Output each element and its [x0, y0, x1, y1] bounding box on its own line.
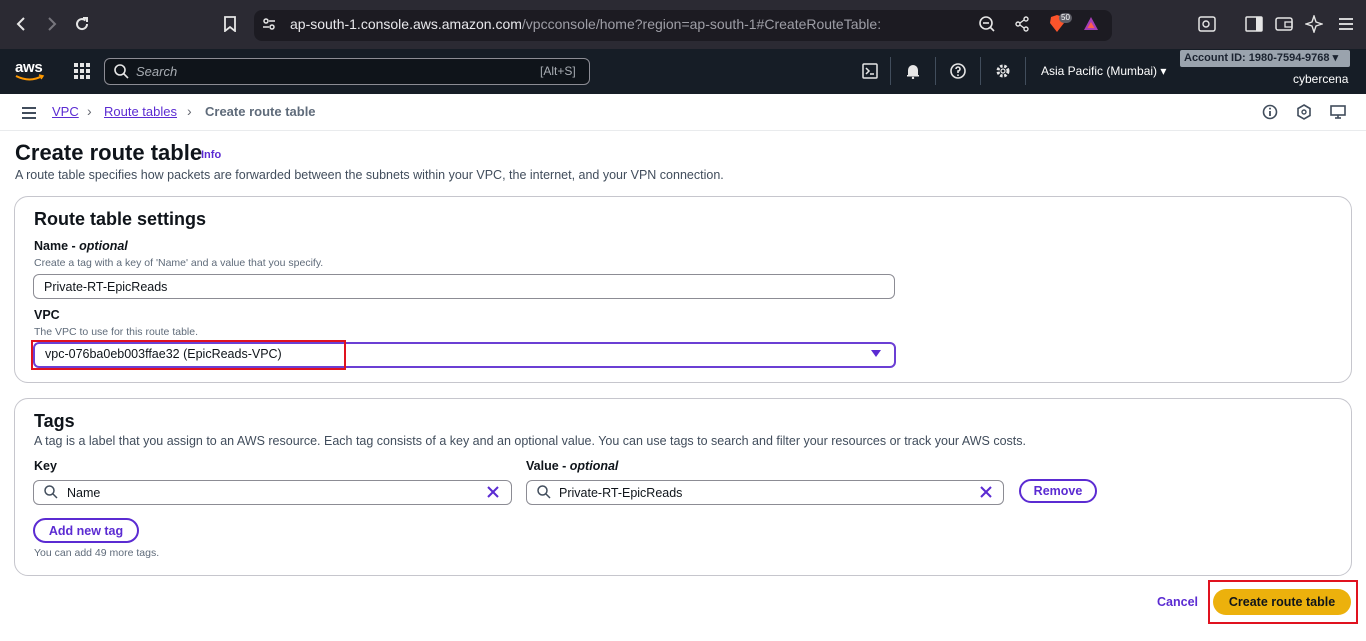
name-field-label: Name - optional — [34, 239, 128, 253]
back-icon[interactable] — [10, 12, 34, 36]
reader-mode-icon[interactable] — [1195, 12, 1219, 36]
tag-key-label: Key — [34, 459, 57, 473]
highlight-annotation-vpc — [31, 340, 346, 370]
search-icon — [111, 61, 131, 81]
help-icon[interactable] — [948, 61, 968, 81]
tag-value-label-text: Value - — [526, 459, 570, 473]
name-optional-text: optional — [79, 239, 128, 253]
tag-limit-hint: You can add 49 more tags. — [34, 547, 160, 559]
username-label[interactable]: cybercena — [1293, 72, 1348, 86]
tag-value-optional-text: optional — [569, 459, 619, 473]
breadcrumb-chevron-icon: › — [87, 103, 92, 119]
site-settings-icon[interactable] — [257, 12, 281, 36]
clear-icon[interactable] — [485, 484, 501, 500]
account-id-badge[interactable]: Account ID: 1980-7594-9768 ▾ — [1180, 50, 1350, 67]
tag-value-label: Value - optional — [526, 459, 618, 473]
name-input[interactable] — [33, 274, 895, 299]
nav-divider — [935, 57, 936, 85]
account-id-text: Account ID: 1980-7594-9768 — [1184, 52, 1330, 64]
vpc-field-label: VPC — [34, 308, 60, 322]
info-link[interactable]: Info — [201, 149, 221, 161]
info-panel-icon[interactable] — [1260, 102, 1280, 122]
region-selector[interactable]: Asia Pacific (Mumbai) ▾ — [1041, 64, 1166, 78]
search-icon — [537, 485, 551, 499]
remove-tag-button[interactable]: Remove — [1019, 479, 1097, 503]
name-label-text: Name - — [34, 239, 80, 253]
zoom-icon[interactable] — [975, 12, 999, 36]
name-field-hint: Create a tag with a key of 'Name' and a … — [34, 257, 324, 269]
nav-divider — [890, 57, 891, 85]
search-shortcut: [Alt+S] — [540, 64, 576, 78]
menu-icon[interactable] — [1334, 12, 1358, 36]
caret-down-icon — [871, 350, 881, 357]
settings-gear-icon[interactable] — [993, 61, 1013, 81]
tag-key-input[interactable] — [33, 480, 512, 505]
bookmark-icon[interactable] — [218, 12, 242, 36]
breadcrumb-current: Create route table — [205, 104, 316, 119]
reload-icon[interactable] — [70, 12, 94, 36]
breadcrumb-chevron-icon: › — [187, 103, 192, 119]
cloudshell-icon[interactable] — [860, 61, 880, 81]
highlight-annotation-create — [1208, 580, 1358, 624]
shield-count-badge: 50 — [1059, 13, 1072, 23]
display-preferences-icon[interactable] — [1328, 102, 1348, 122]
share-icon[interactable] — [1010, 12, 1034, 36]
wallet-icon[interactable] — [1272, 12, 1296, 36]
notifications-bell-icon[interactable] — [903, 61, 923, 81]
url-host: ap-south-1.console.aws.amazon.com — [290, 16, 522, 32]
feedback-hexagon-icon[interactable] — [1294, 102, 1314, 122]
clear-icon[interactable] — [978, 484, 994, 500]
settings-panel-title: Route table settings — [34, 209, 207, 229]
hamburger-menu-icon[interactable] — [19, 103, 39, 123]
region-label: Asia Pacific (Mumbai) — [1041, 64, 1158, 78]
services-grid-icon[interactable] — [72, 61, 92, 81]
page-description: A route table specifies how packets are … — [15, 168, 724, 182]
tags-description: A tag is a label that you assign to an A… — [34, 434, 1026, 448]
brave-rewards-icon[interactable] — [1079, 12, 1103, 36]
aws-logo[interactable]: aws — [14, 59, 46, 83]
tag-key-value: Name — [67, 486, 101, 500]
vpc-field-hint: The VPC to use for this route table. — [34, 326, 199, 338]
sidebar-toggle-icon[interactable] — [1242, 12, 1266, 36]
nav-divider — [980, 57, 981, 85]
search-icon — [44, 485, 58, 499]
url-text[interactable]: ap-south-1.console.aws.amazon.com/vpccon… — [290, 16, 881, 32]
add-new-tag-button[interactable]: Add new tag — [33, 518, 139, 543]
cancel-button[interactable]: Cancel — [1157, 595, 1198, 609]
leo-ai-icon[interactable] — [1302, 12, 1326, 36]
url-path: /vpcconsole/home?region=ap-south-1#Creat… — [521, 16, 882, 32]
breadcrumb-vpc-link[interactable]: VPC — [52, 104, 79, 119]
page-title: Create route table — [15, 140, 203, 165]
tag-value-value: Private-RT-EpicReads — [559, 486, 683, 500]
search-placeholder: Search — [136, 64, 178, 79]
forward-icon[interactable] — [39, 12, 63, 36]
breadcrumb-route-tables-link[interactable]: Route tables — [104, 104, 177, 119]
tags-panel-title: Tags — [34, 411, 75, 431]
nav-divider — [1025, 57, 1026, 85]
